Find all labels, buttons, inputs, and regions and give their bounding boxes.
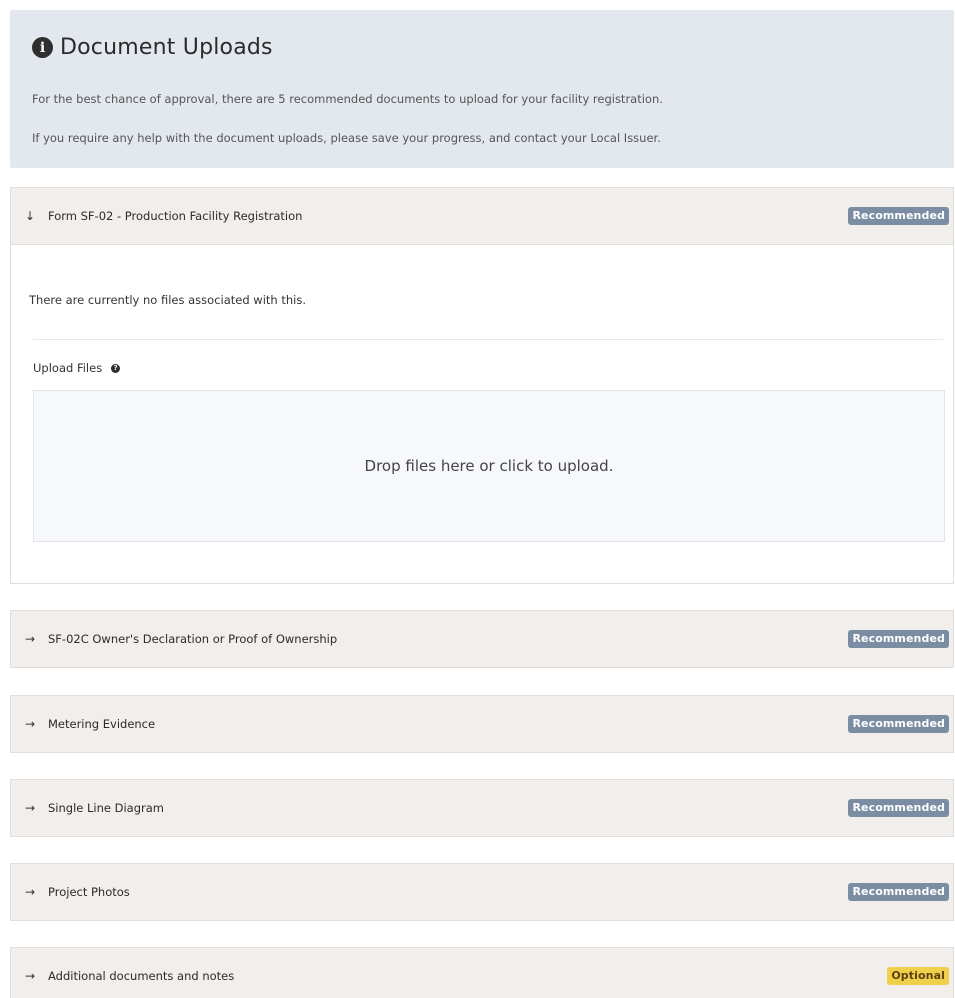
arrow-right-icon: →	[25, 632, 36, 646]
document-uploads-page: i Document Uploads For the best chance o…	[0, 0, 955, 998]
arrow-right-icon: →	[25, 801, 36, 815]
accordion-body-form-sf-02: There are currently no files associated …	[11, 244, 953, 583]
accordion-header-project-photos[interactable]: → Project Photos Recommended	[11, 864, 953, 920]
status-badge-recommended: Recommended	[848, 799, 949, 817]
status-badge-recommended: Recommended	[848, 630, 949, 648]
status-badge-recommended: Recommended	[848, 715, 949, 733]
info-panel: i Document Uploads For the best chance o…	[10, 10, 954, 168]
dropzone-text: Drop files here or click to upload.	[364, 457, 614, 475]
arrow-right-icon: →	[25, 717, 36, 731]
accordion-section-project-photos: → Project Photos Recommended	[10, 863, 954, 921]
accordion-section-sf-02c: → SF-02C Owner's Declaration or Proof of…	[10, 610, 954, 668]
upload-label-row: Upload Files ?	[33, 361, 121, 375]
page-title: Document Uploads	[60, 34, 273, 60]
info-text-help: If you require any help with the documen…	[32, 131, 661, 145]
accordion-section-form-sf-02: ↓ Form SF-02 - Production Facility Regis…	[10, 187, 954, 584]
section-title: SF-02C Owner's Declaration or Proof of O…	[48, 632, 338, 646]
section-title: Form SF-02 - Production Facility Registr…	[48, 209, 303, 223]
info-title-row: i Document Uploads	[32, 32, 954, 62]
accordion-section-additional-documents: → Additional documents and notes Optiona…	[10, 947, 954, 998]
info-icon: i	[32, 37, 53, 58]
arrow-down-icon: ↓	[25, 209, 36, 223]
accordion-header-sf-02c[interactable]: → SF-02C Owner's Declaration or Proof of…	[11, 611, 953, 667]
status-badge-recommended: Recommended	[848, 207, 949, 225]
accordion-header-single-line-diagram[interactable]: → Single Line Diagram Recommended	[11, 780, 953, 836]
help-icon[interactable]: ?	[111, 363, 121, 373]
arrow-right-icon: →	[25, 885, 36, 899]
accordion-header-metering-evidence[interactable]: → Metering Evidence Recommended	[11, 696, 953, 752]
accordion-section-single-line-diagram: → Single Line Diagram Recommended	[10, 779, 954, 837]
accordion-header-additional-documents[interactable]: → Additional documents and notes Optiona…	[11, 948, 953, 998]
status-badge-optional: Optional	[887, 967, 949, 985]
no-files-message: There are currently no files associated …	[29, 293, 306, 307]
section-title: Metering Evidence	[48, 717, 156, 731]
status-badge-recommended: Recommended	[848, 883, 949, 901]
section-title: Project Photos	[48, 885, 130, 899]
upload-files-label: Upload Files	[33, 361, 103, 375]
accordion-section-metering-evidence: → Metering Evidence Recommended	[10, 695, 954, 753]
info-text-recommended-count: For the best chance of approval, there a…	[32, 92, 663, 106]
divider	[33, 339, 943, 340]
arrow-right-icon: →	[25, 969, 36, 983]
section-title: Single Line Diagram	[48, 801, 165, 815]
accordion-header-form-sf-02[interactable]: ↓ Form SF-02 - Production Facility Regis…	[11, 188, 953, 244]
section-title: Additional documents and notes	[48, 969, 235, 983]
file-dropzone[interactable]: Drop files here or click to upload.	[33, 390, 945, 542]
